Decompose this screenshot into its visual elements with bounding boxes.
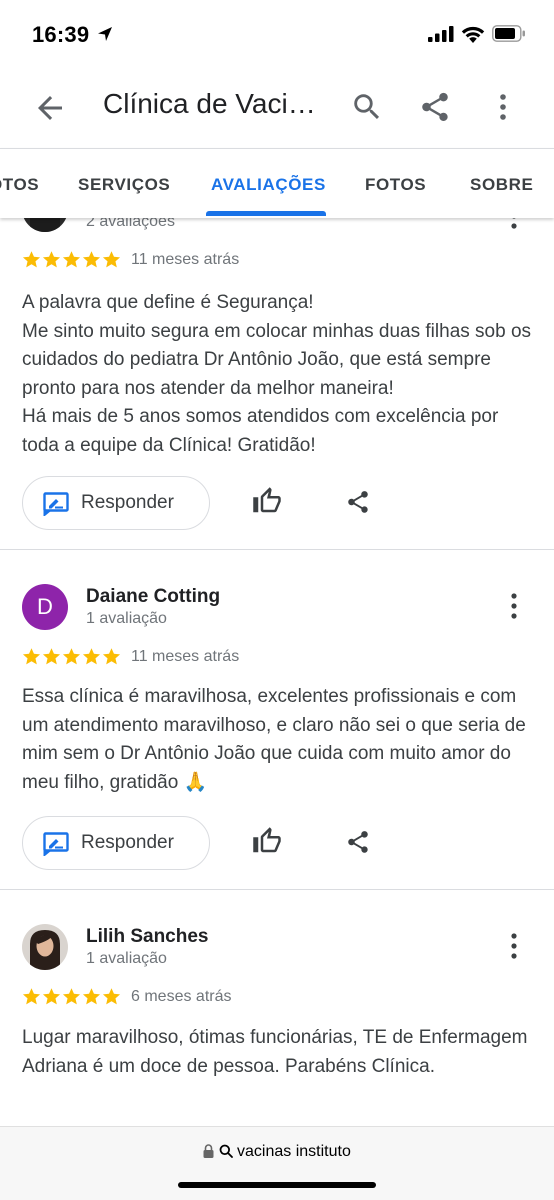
- tab-bar: FOTOS SERVIÇOS AVALIAÇÕES FOTOS SOBRE: [0, 148, 554, 218]
- star-icon: [62, 648, 81, 665]
- reply-icon: [43, 832, 69, 861]
- lock-icon: [203, 1144, 214, 1158]
- star-icon: [62, 251, 81, 268]
- home-indicator[interactable]: [178, 1182, 376, 1188]
- status-time: 16:39: [32, 22, 90, 47]
- review-text: Lugar maravilhoso, ótimas funcionárias, …: [22, 1027, 528, 1077]
- divider: [0, 549, 554, 550]
- thumbs-up-icon[interactable]: [252, 826, 282, 856]
- review-date: 11 meses atrás: [131, 648, 240, 665]
- star-icon: [62, 988, 81, 1005]
- page-title: Clínica de Vacinas Instituto: [103, 88, 323, 119]
- review-date: 11 meses atrás: [131, 251, 240, 268]
- more-vert-icon[interactable]: [504, 218, 524, 230]
- reply-icon: [43, 492, 69, 521]
- star-icon: [22, 251, 41, 268]
- star-icon: [42, 648, 61, 665]
- tab-about[interactable]: SOBRE: [470, 175, 533, 195]
- star-icon: [22, 988, 41, 1005]
- back-arrow-icon[interactable]: [32, 90, 68, 126]
- star-icon: [102, 648, 121, 665]
- avatar[interactable]: [22, 218, 68, 232]
- wifi-icon: [460, 24, 486, 48]
- more-vert-icon[interactable]: [504, 932, 524, 960]
- star-rating: [22, 647, 121, 666]
- tab-photos-partial[interactable]: FOTOS: [0, 175, 39, 195]
- reviewer-name[interactable]: Lilih Sanches: [86, 926, 208, 948]
- reply-label: Responder: [81, 832, 174, 853]
- location-arrow-icon: [96, 25, 114, 48]
- tab-services[interactable]: SERVIÇOS: [78, 175, 170, 195]
- app-bar: Clínica de Vacinas Instituto: [0, 66, 554, 148]
- url-field[interactable]: vacinas instituto: [0, 1143, 554, 1161]
- star-rating: [22, 987, 121, 1006]
- reviewer-review-count: 1 avaliação: [86, 950, 167, 967]
- tab-photos[interactable]: FOTOS: [365, 175, 426, 195]
- review-date: 6 meses atrás: [131, 988, 232, 1005]
- star-icon: [42, 251, 61, 268]
- tab-reviews[interactable]: AVALIAÇÕES: [211, 175, 326, 195]
- active-tab-indicator: [206, 211, 326, 216]
- reply-label: Responder: [81, 492, 174, 513]
- reviewer-name[interactable]: Daiane Cotting: [86, 586, 220, 608]
- share-icon[interactable]: [418, 90, 452, 124]
- star-icon: [82, 988, 101, 1005]
- more-vert-icon[interactable]: [504, 592, 524, 620]
- search-icon[interactable]: [350, 90, 384, 124]
- signal-icon: [428, 26, 454, 47]
- status-bar: 16:39: [0, 0, 554, 66]
- review-text: Essa clínica é maravilhosa, excelentes p…: [22, 686, 526, 793]
- reply-button[interactable]: Responder: [22, 816, 210, 870]
- reviewer-review-count: 2 avaliações: [86, 218, 175, 230]
- star-icon: [102, 251, 121, 268]
- avatar[interactable]: D: [22, 584, 68, 630]
- star-icon: [42, 988, 61, 1005]
- more-vert-icon[interactable]: [490, 90, 516, 124]
- review-text: A palavra que define é Segurança! Me sin…: [22, 292, 532, 456]
- star-icon: [22, 648, 41, 665]
- star-icon: [102, 988, 121, 1005]
- browser-url-bar: vacinas instituto: [0, 1126, 554, 1200]
- search-icon: [219, 1144, 233, 1158]
- star-icon: [82, 251, 101, 268]
- share-icon[interactable]: [345, 488, 371, 516]
- url-text: vacinas instituto: [237, 1143, 351, 1160]
- avatar[interactable]: [22, 924, 68, 970]
- divider: [0, 889, 554, 890]
- reply-button[interactable]: Responder: [22, 476, 210, 530]
- reviewer-review-count: 1 avaliação: [86, 610, 167, 627]
- star-icon: [82, 648, 101, 665]
- share-icon[interactable]: [345, 828, 371, 856]
- star-rating: [22, 250, 121, 269]
- thumbs-up-icon[interactable]: [252, 486, 282, 516]
- battery-icon: [492, 25, 526, 47]
- reviews-list: 2 avaliações 11 meses atrás A palavra qu…: [0, 218, 554, 1126]
